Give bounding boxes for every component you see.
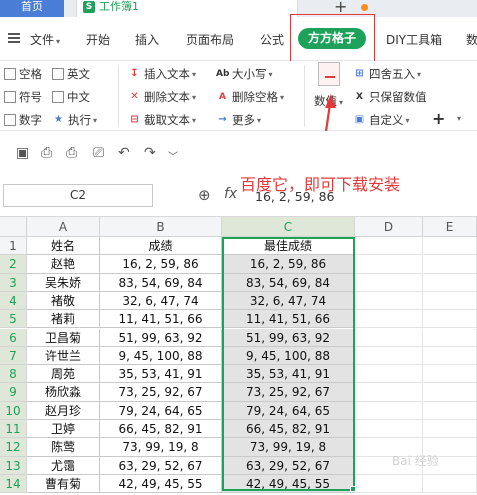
cell[interactable] [355,237,423,256]
cell[interactable] [423,420,477,439]
cell-score[interactable]: 9, 45, 100, 88 [100,346,222,366]
watermark: Bai 经验 [392,452,477,488]
cell-name[interactable]: 吴朱娇 [27,273,100,292]
row-header[interactable]: 12 [0,438,27,457]
cell-name[interactable]: 卫婷 [27,420,100,439]
row-header[interactable]: 3 [0,273,27,292]
fill-handle[interactable] [350,486,356,492]
row-header[interactable]: 5 [0,310,27,329]
cell[interactable] [423,255,477,274]
cell-name[interactable]: 褚敬 [27,291,100,311]
save-icon[interactable]: ▣ [16,145,29,161]
row-header[interactable]: 9 [0,383,27,402]
header-cell-score[interactable]: 成绩 [100,237,222,256]
cell-best-score[interactable]: 42, 49, 45, 55 [222,474,355,494]
row-header[interactable]: 10 [0,401,27,420]
cell[interactable] [423,365,477,384]
cell-best-score[interactable]: 9, 45, 100, 88 [222,346,355,366]
cell-score[interactable]: 73, 99, 19, 8 [100,438,222,457]
cell[interactable] [423,291,477,311]
undo-icon[interactable]: ↶ [118,145,130,161]
cell-best-score[interactable]: 63, 29, 52, 67 [222,456,355,475]
chevron-down-icon[interactable]: ﹀ [168,148,178,163]
cell-name[interactable]: 陈莺 [27,438,100,457]
header-cell-name[interactable]: 姓名 [27,237,100,256]
cell-name[interactable]: 许世兰 [27,346,100,366]
row-header[interactable]: 8 [0,365,27,384]
cell-name[interactable]: 赵月珍 [27,401,100,420]
cell-score[interactable]: 16, 2, 59, 86 [100,255,222,274]
row-header[interactable]: 13 [0,456,27,475]
cell-best-score[interactable]: 73, 99, 19, 8 [222,438,355,457]
cell-score[interactable]: 11, 41, 51, 66 [100,310,222,329]
cell[interactable] [423,310,477,329]
cell[interactable] [355,383,423,402]
cell[interactable] [355,328,423,347]
redo-icon[interactable]: ↷ [144,145,156,161]
cell-name[interactable]: 周苑 [27,365,100,384]
print-preview-icon[interactable]: ⎙ [41,145,52,161]
column-header-b[interactable]: B [100,217,222,237]
cell-name[interactable]: 尤霭 [27,456,100,475]
cell-best-score[interactable]: 73, 25, 92, 67 [222,383,355,402]
zoom-search-icon[interactable]: ⊕ [198,186,211,204]
cell-name[interactable]: 赵艳 [27,255,100,274]
select-all-corner[interactable] [0,217,27,237]
column-header-d[interactable]: D [355,217,423,237]
cell-best-score[interactable]: 79, 24, 64, 65 [222,401,355,420]
cell[interactable] [423,237,477,256]
row-header[interactable]: 4 [0,291,27,311]
cell[interactable] [355,420,423,439]
cell-best-score[interactable]: 11, 41, 51, 66 [222,310,355,329]
row-header[interactable]: 6 [0,328,27,347]
column-header-c[interactable]: C [222,217,355,237]
watermark-text: Bai 经验 [392,454,439,468]
cell-best-score[interactable]: 16, 2, 59, 86 [222,255,355,274]
cell[interactable] [355,346,423,366]
cell-score[interactable]: 35, 53, 41, 91 [100,365,222,384]
header-cell-best[interactable]: 最佳成绩 [222,237,355,256]
row-header[interactable]: 1 [0,237,27,256]
fx-icon[interactable]: fx [224,186,237,202]
export-icon[interactable]: ⎚ [93,145,104,161]
cell-name[interactable]: 杨欣淼 [27,383,100,402]
cell-name-box[interactable]: C2 [3,184,153,207]
cell[interactable] [355,255,423,274]
cell-best-score[interactable]: 32, 6, 47, 74 [222,291,355,311]
cell-score[interactable]: 66, 45, 82, 91 [100,420,222,439]
cell-score[interactable]: 63, 29, 52, 67 [100,456,222,475]
cell-best-score[interactable]: 51, 99, 63, 92 [222,328,355,347]
cell-score[interactable]: 42, 49, 45, 55 [100,474,222,494]
row-header[interactable]: 14 [0,474,27,494]
cell-score[interactable]: 32, 6, 47, 74 [100,291,222,311]
cell[interactable] [423,401,477,420]
cell[interactable] [355,310,423,329]
column-header-e[interactable]: E [423,217,477,237]
cell-name[interactable]: 褚莉 [27,310,100,329]
cell-score[interactable]: 73, 25, 92, 67 [100,383,222,402]
column-header-a[interactable]: A [27,217,100,237]
cell[interactable] [355,365,423,384]
cell[interactable] [355,401,423,420]
cell[interactable] [423,383,477,402]
cell-score[interactable]: 83, 54, 69, 84 [100,273,222,292]
cell[interactable] [423,346,477,366]
cell[interactable] [423,273,477,292]
cell-name[interactable]: 卫昌菊 [27,328,100,347]
row-header[interactable]: 2 [0,255,27,274]
cell-name[interactable]: 曹有菊 [27,474,100,494]
cell-best-score[interactable]: 35, 53, 41, 91 [222,365,355,384]
print-icon[interactable]: ⎙ [66,145,77,161]
cell-score[interactable]: 51, 99, 63, 92 [100,328,222,347]
cell[interactable] [355,291,423,311]
row-header[interactable]: 11 [0,420,27,439]
cell-best-score[interactable]: 66, 45, 82, 91 [222,420,355,439]
annotation-text: 百度它，即可下载安装 [240,175,401,194]
cell-best-score[interactable]: 83, 54, 69, 84 [222,273,355,292]
cell[interactable] [423,328,477,347]
cell[interactable] [355,273,423,292]
row-header[interactable]: 7 [0,346,27,366]
cell-score[interactable]: 79, 24, 64, 65 [100,401,222,420]
